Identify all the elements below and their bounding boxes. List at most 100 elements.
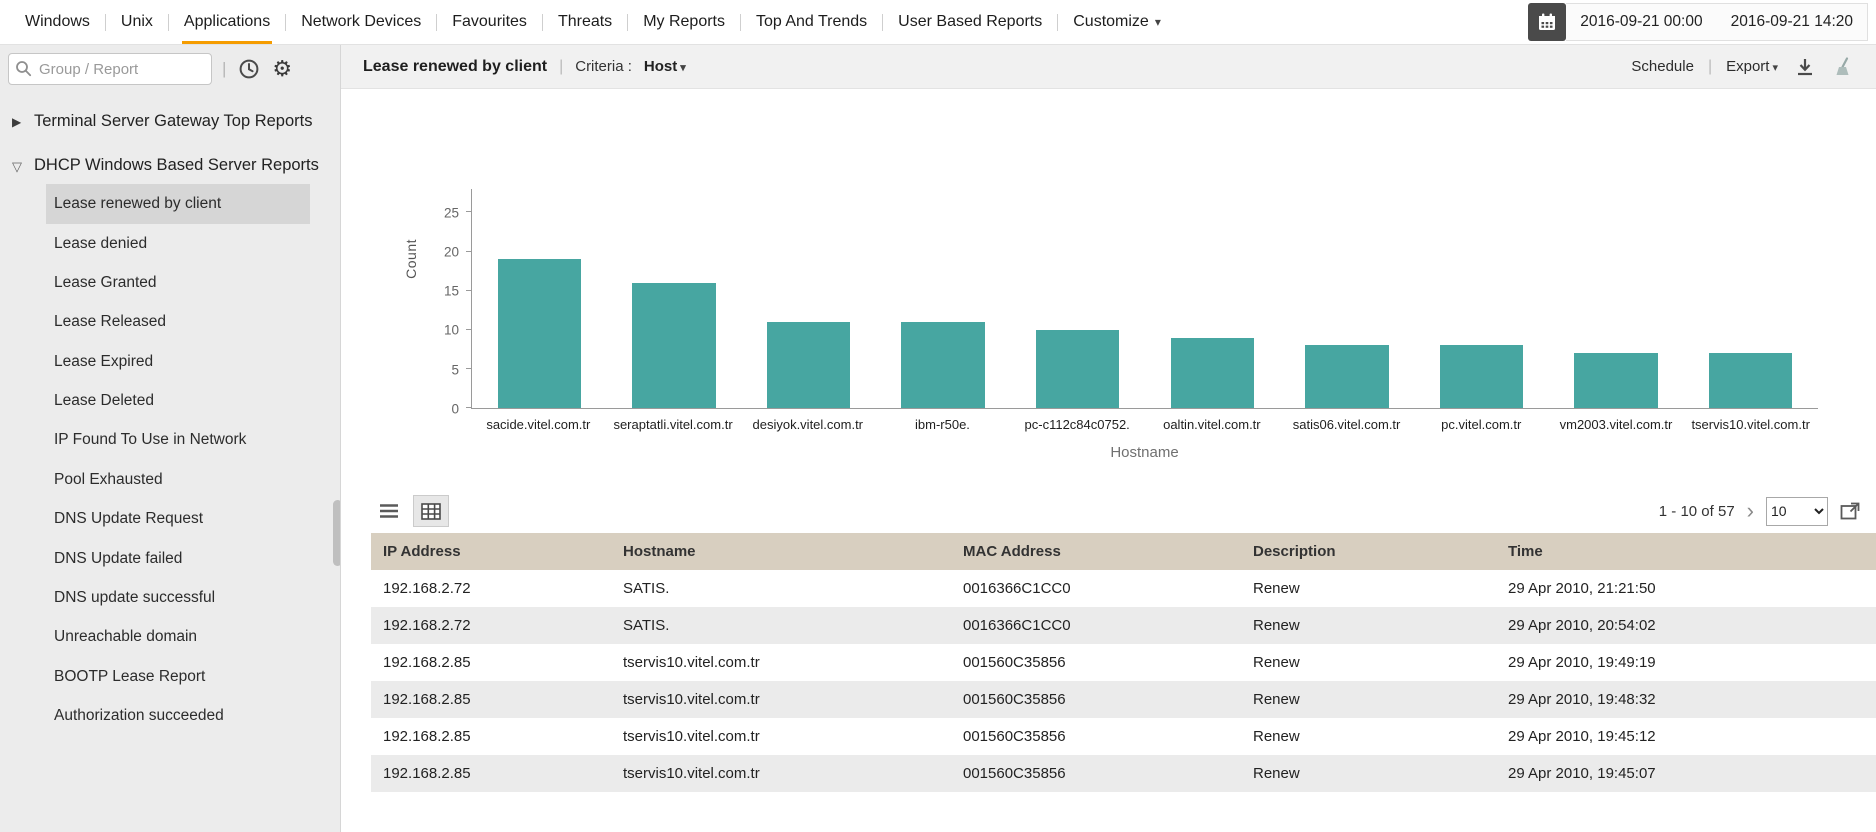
bar-oaltin-vitel-com-tr[interactable] [1171,338,1254,408]
expand-icon[interactable]: ▶ [12,109,25,135]
report-item-lease-granted[interactable]: Lease Granted [46,263,310,302]
table-cell: 0016366C1CC0 [951,570,1241,607]
search-input[interactable] [8,53,212,85]
download-button[interactable] [1792,54,1818,80]
bar-satis06-vitel-com-tr[interactable] [1305,345,1388,408]
x-category-label: satis06.vitel.com.tr [1279,417,1414,432]
bar-vm2003-vitel-com-tr[interactable] [1574,353,1657,408]
group-label: DHCP Windows Based Server Reports [34,153,319,179]
list-icon [379,503,399,519]
bar-column [1010,189,1145,408]
sidebar-collapse-handle[interactable] [333,500,341,566]
table-row[interactable]: 192.168.2.72SATIS.0016366C1CC0Renew29 Ap… [371,570,1876,607]
report-item-lease-renewed-by-client[interactable]: Lease renewed by client [46,184,310,223]
report-item-dns-update-successful[interactable]: DNS update successful [46,578,310,617]
report-item-dns-update-request[interactable]: DNS Update Request [46,499,310,538]
criteria-dropdown[interactable]: Host▾ [644,58,686,75]
report-item-bootp-lease-report[interactable]: BOOTP Lease Report [46,657,310,696]
history-button[interactable] [236,56,262,82]
y-tick-label: 0 [451,402,459,417]
grid-view-button[interactable] [413,495,449,527]
column-header-ip-address[interactable]: IP Address [371,533,611,570]
download-icon [1794,56,1816,78]
column-header-hostname[interactable]: Hostname [611,533,951,570]
y-tick-label: 25 [444,205,459,220]
export-dropdown[interactable]: Export▾ [1726,58,1778,75]
report-item-ip-found-to-use-in-network[interactable]: IP Found To Use in Network [46,420,310,459]
table-cell: 29 Apr 2010, 20:54:02 [1496,607,1876,644]
next-page-button[interactable]: › [1745,500,1756,522]
clean-view-button[interactable] [1832,54,1858,80]
column-header-mac-address[interactable]: MAC Address [951,533,1241,570]
nav-item-my-reports[interactable]: My Reports [628,0,740,44]
popout-icon [1840,502,1860,520]
results-table: IP AddressHostnameMAC AddressDescription… [371,533,1876,792]
nav-item-windows[interactable]: Windows [10,0,105,44]
nav-item-customize[interactable]: Customize▾ [1058,0,1176,44]
schedule-button[interactable]: Schedule [1631,58,1694,75]
date-to[interactable]: 2016-09-21 14:20 [1731,13,1853,31]
y-tick-mark [466,251,472,252]
app-window: WindowsUnixApplicationsNetwork DevicesFa… [0,0,1876,832]
table-cell: 29 Apr 2010, 19:49:19 [1496,644,1876,681]
nav-item-applications[interactable]: Applications [169,0,285,44]
search-icon [15,60,32,77]
table-cell: 001560C35856 [951,644,1241,681]
report-group-terminal-server-gateway-top-reports[interactable]: ▶Terminal Server Gateway Top Reports [0,97,340,141]
header-divider: | [559,58,563,76]
y-tick-mark [466,211,472,212]
report-group-dhcp-windows-based-server-reports[interactable]: ▽ DHCP Windows Based Server Reports [0,141,340,185]
date-range-values: 2016-09-21 00:00 2016-09-21 14:20 [1566,3,1868,41]
nav-item-top-and-trends[interactable]: Top And Trends [741,0,882,44]
calendar-button[interactable] [1528,3,1566,41]
bar-pc-vitel-com-tr[interactable] [1440,345,1523,408]
table-cell: 29 Apr 2010, 21:21:50 [1496,570,1876,607]
report-item-unreachable-domain[interactable]: Unreachable domain [46,617,310,656]
table-cell: 192.168.2.85 [371,755,611,792]
report-item-lease-deleted[interactable]: Lease Deleted [46,381,310,420]
page-size-select[interactable]: 10 [1766,497,1828,526]
nav-item-threats[interactable]: Threats [543,0,627,44]
nav-item-user-based-reports[interactable]: User Based Reports [883,0,1057,44]
sidebar-toolbar: | ⚙ [0,45,340,93]
collapse-icon[interactable]: ▽ [12,153,25,179]
nav-item-network-devices[interactable]: Network Devices [286,0,436,44]
x-category-label: pc-c112c84c0752. [1010,417,1145,432]
broom-icon [1834,56,1856,78]
bar-desiyok-vitel-com-tr[interactable] [767,322,850,408]
table-cell: 001560C35856 [951,681,1241,718]
chevron-down-icon: ▾ [1772,62,1778,74]
bar-sacide-vitel-com-tr[interactable] [498,259,581,408]
report-item-lease-expired[interactable]: Lease Expired [46,342,310,381]
column-header-time[interactable]: Time [1496,533,1876,570]
nav-item-unix[interactable]: Unix [106,0,168,44]
table-cell: Renew [1241,718,1496,755]
report-item-dns-update-failed[interactable]: DNS Update failed [46,539,310,578]
table-row[interactable]: 192.168.2.85tservis10.vitel.com.tr001560… [371,755,1876,792]
date-from[interactable]: 2016-09-21 00:00 [1580,13,1702,31]
nav-item-favourites[interactable]: Favourites [437,0,542,44]
chevron-down-icon: ▾ [680,62,686,74]
bar-seraptatli-vitel-com-tr[interactable] [632,283,715,408]
column-header-description[interactable]: Description [1241,533,1496,570]
bar-pc-c112c84c0752[interactable] [1036,330,1119,408]
list-view-button[interactable] [371,495,407,527]
bar-column [1414,189,1549,408]
bar-tservis10-vitel-com-tr[interactable] [1709,353,1792,408]
report-item-pool-exhausted[interactable]: Pool Exhausted [46,460,310,499]
report-content: Lease renewed by client | Criteria : Hos… [341,45,1876,832]
page-title: Lease renewed by client [363,58,547,76]
settings-button[interactable]: ⚙ [270,56,294,82]
table-row[interactable]: 192.168.2.85tservis10.vitel.com.tr001560… [371,681,1876,718]
table-row[interactable]: 192.168.2.85tservis10.vitel.com.tr001560… [371,718,1876,755]
table-row[interactable]: 192.168.2.72SATIS.0016366C1CC0Renew29 Ap… [371,607,1876,644]
report-item-lease-denied[interactable]: Lease denied [46,224,310,263]
report-header: Lease renewed by client | Criteria : Hos… [341,45,1876,89]
table-row[interactable]: 192.168.2.85tservis10.vitel.com.tr001560… [371,644,1876,681]
report-item-authorization-succeeded[interactable]: Authorization succeeded [46,696,310,735]
calendar-icon [1537,12,1557,32]
report-item-lease-released[interactable]: Lease Released [46,302,310,341]
bar-ibm-r50e[interactable] [901,322,984,408]
popout-button[interactable] [1838,500,1862,522]
bar-column [876,189,1011,408]
